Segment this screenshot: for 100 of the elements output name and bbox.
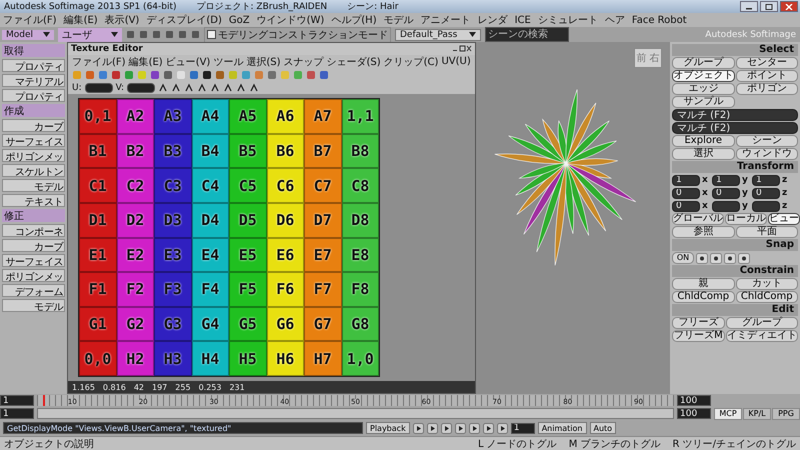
snap-toggle-button[interactable]: ON [672, 252, 694, 264]
transform-mode-button[interactable]: ビュー [768, 213, 800, 225]
playback-control-icon[interactable] [440, 422, 452, 434]
start-frame-field[interactable]: 1 [0, 395, 34, 406]
panel-button[interactable]: グループ [726, 317, 798, 329]
panel-button[interactable]: ウィンドウ [736, 148, 798, 160]
transform-field[interactable]: 1 [712, 174, 740, 186]
panel-button[interactable]: シーン [736, 135, 798, 147]
tool-button[interactable]: コンポーネ [2, 224, 65, 237]
tool-button[interactable]: プロパティ [2, 89, 65, 102]
tool-icon[interactable] [171, 82, 182, 92]
minimize-button[interactable] [740, 1, 758, 12]
playback-control-icon[interactable] [412, 422, 424, 434]
v-field[interactable] [127, 82, 156, 92]
select-mode-button[interactable]: ポリゴン [736, 83, 798, 95]
menu-item[interactable]: アニメート [420, 13, 471, 27]
menu-item[interactable]: ファイル(F) [3, 13, 57, 27]
panel-button[interactable]: ChldComp [672, 291, 734, 303]
current-frame-field[interactable]: 1 [510, 422, 535, 434]
menu-item[interactable]: クリップ(C) [384, 54, 438, 68]
menu-item[interactable]: レンダ [478, 13, 508, 27]
tool-icon[interactable] [197, 82, 208, 92]
selection-field[interactable]: マルチ (F2) [672, 122, 798, 134]
transform-mode-button[interactable]: ローカル [725, 213, 767, 225]
menu-item[interactable]: 表示(V) [104, 13, 140, 27]
panel-tab[interactable]: KP/L [743, 408, 771, 420]
panel-button[interactable]: フリーズM [672, 330, 725, 342]
menu-item[interactable]: シミュレート [538, 13, 598, 27]
menu-item[interactable]: ヘルプ(H) [331, 13, 377, 27]
panel-tab[interactable]: MCP [714, 408, 742, 420]
menu-item[interactable]: 編集(E) [64, 13, 98, 27]
panel-tab[interactable]: PPG [772, 408, 800, 420]
u-field[interactable] [84, 82, 113, 92]
select-mode-button[interactable]: サンプル [672, 96, 734, 108]
transform-field[interactable]: 0 [672, 200, 700, 212]
tool-icon[interactable] [249, 82, 260, 92]
range-start-field[interactable]: 1 [0, 408, 34, 419]
playback-control-icon[interactable] [454, 422, 466, 434]
playback-control-icon[interactable] [496, 422, 508, 434]
playback-control-icon[interactable] [426, 422, 438, 434]
transform-field[interactable] [752, 200, 780, 212]
command-line-field[interactable]: GetDisplayMode "Views.ViewB.UserCamera", "textured" [3, 422, 363, 434]
tool-icon[interactable] [223, 82, 234, 92]
filter-dropdown[interactable]: ユーザ [58, 28, 122, 42]
menu-item[interactable]: 編集(E) [128, 54, 163, 68]
menu-item[interactable]: スナップ [284, 54, 324, 68]
menu-item[interactable]: ファイル(F) [72, 54, 126, 68]
tool-button[interactable]: モデル [2, 179, 65, 192]
panel-button[interactable]: 親 [672, 278, 734, 290]
tool-icon[interactable] [236, 82, 246, 92]
transform-field[interactable]: 0 [672, 188, 700, 198]
tool-button[interactable]: カーブ [2, 119, 65, 132]
playback-control-icon[interactable] [468, 422, 480, 434]
animation-button[interactable]: Animation [538, 422, 586, 434]
tool-button[interactable]: カーブ [2, 239, 65, 252]
range-slider[interactable] [38, 409, 673, 418]
select-mode-button[interactable]: オブジェクト [672, 70, 734, 82]
panel-button[interactable]: Explore [672, 135, 734, 147]
menu-item[interactable]: GoZ [228, 14, 250, 26]
tool-button[interactable]: モデル [2, 299, 65, 312]
tool-icon[interactable] [158, 82, 168, 92]
menu-item[interactable]: ICE [514, 14, 531, 26]
snap-icon[interactable] [738, 252, 750, 264]
search-field[interactable]: シーンの検索 [485, 27, 569, 42]
tool-button[interactable]: プロパティ [2, 59, 65, 72]
transform-field[interactable]: 0 [712, 188, 740, 198]
menu-item[interactable]: UV(U) [441, 56, 471, 67]
snap-icon[interactable] [710, 252, 722, 264]
playback-button[interactable]: Playback [366, 422, 410, 434]
snap-icon[interactable] [724, 252, 736, 264]
menu-item[interactable]: モデル [384, 13, 414, 27]
pass-dropdown[interactable]: Default_Pass [395, 28, 481, 40]
menu-item[interactable]: Face Robot [632, 14, 687, 26]
snap-icon[interactable] [696, 252, 708, 264]
window-controls-icon[interactable] [452, 45, 472, 53]
panel-button[interactable]: 平面 [736, 226, 798, 238]
panel-button[interactable]: 選択 [672, 148, 734, 160]
tool-button[interactable]: テキスト [2, 194, 65, 207]
menu-item[interactable]: ツール [213, 54, 244, 68]
panel-button[interactable]: ChldComp [736, 291, 798, 303]
transform-field[interactable]: 1 [672, 174, 700, 186]
menu-item[interactable]: ビュー(V) [166, 54, 210, 68]
select-mode-button[interactable]: センター [736, 57, 798, 69]
maximize-button[interactable] [760, 1, 778, 12]
tool-button[interactable]: デフォーム [2, 284, 65, 297]
selection-field[interactable]: マルチ (F2) [672, 109, 798, 121]
menu-item[interactable]: ヘア [604, 13, 625, 27]
close-button[interactable] [780, 1, 798, 12]
range-end-field[interactable]: 100 [677, 408, 711, 419]
panel-button[interactable]: イミディエイト [726, 330, 798, 342]
select-mode-button[interactable]: グループ [672, 57, 734, 69]
transform-field[interactable]: 1 [752, 174, 780, 186]
tool-icon[interactable] [210, 82, 220, 92]
select-mode-button[interactable]: エッジ [672, 83, 734, 95]
end-frame-field[interactable]: 100 [677, 395, 711, 406]
tool-icon[interactable] [184, 82, 194, 92]
transform-mode-button[interactable]: グローバル [672, 213, 724, 225]
tool-button[interactable]: スケルトン [2, 164, 65, 177]
menu-item[interactable]: シェーダ(S) [326, 54, 381, 68]
auto-key-button[interactable]: Auto [590, 422, 616, 434]
